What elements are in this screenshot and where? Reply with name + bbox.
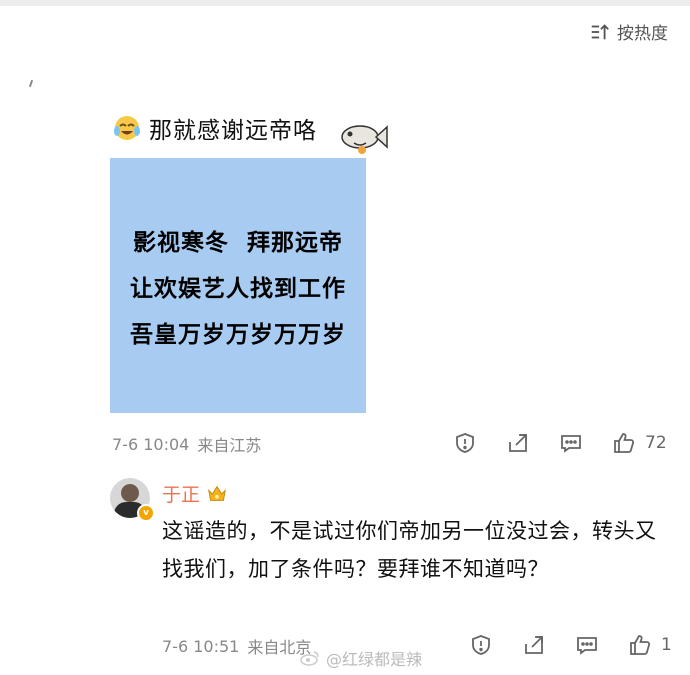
comment-caption: 那就感谢远帝咯 [113,110,317,146]
meme-image[interactable]: 影视寒冬 拜那远帝 让欢娱艺人找到工作 吾皇万岁万岁万万岁 [110,158,366,413]
sort-label: 按热度 [617,24,668,44]
watermark-text: @红绿都是辣 [326,650,423,669]
caption-text: 那就感谢远帝咯 [149,118,317,144]
reply-report-button[interactable] [468,632,494,658]
comment-meta: 7-6 10:04 来自江苏 [112,432,261,456]
meme-line-2: 让欢娱艺人找到工作 [130,275,346,302]
shield-icon [456,433,474,453]
reply-comment-button[interactable] [574,632,600,658]
comment-location: 来自江苏 [197,436,262,455]
sort-icon [591,23,609,39]
comment-button[interactable] [558,430,584,456]
comment-icon [577,637,597,655]
reply-meta: 7-6 10:51 来自北京 [162,634,311,658]
share-button[interactable] [505,430,531,456]
comment-actions: 72 [452,430,667,456]
reply-timestamp: 7-6 10:51 [162,636,240,656]
like-count: 72 [645,433,667,453]
crying-laugh-emoji [114,116,140,140]
like-button[interactable] [611,430,637,456]
decorative-tick [28,79,34,88]
meme-line-1: 影视寒冬 拜那远帝 [132,229,343,256]
shield-icon [472,635,490,655]
meme-line-3: 吾皇万岁万岁万万岁 [130,321,346,348]
comment-timestamp: 7-6 10:04 [112,434,190,454]
reply-actions: 1 [468,632,672,658]
reply-like-button[interactable] [627,632,653,658]
share-icon [525,636,543,654]
sort-by-hot-button[interactable]: 按热度 [589,19,668,44]
reply-user: 于正 [162,480,228,507]
reply-like-count: 1 [661,635,672,655]
watermark: @红绿都是辣 [300,646,422,670]
crown-icon [208,485,226,501]
username-link[interactable]: 于正 [162,480,200,507]
fish-sticker [341,125,388,154]
top-divider [0,0,690,6]
comment-icon [561,435,581,453]
reply-text: 这谣造的，不是试过你们帝加另一位没过会，转头又找我们，加了条件吗？要拜谁不知道吗… [162,519,657,581]
report-button[interactable] [452,430,478,456]
reply-share-button[interactable] [521,632,547,658]
verified-badge: v [137,504,155,522]
thumbs-up-icon [630,635,651,655]
weibo-icon [300,651,319,666]
share-icon [509,434,527,452]
thumbs-up-icon [614,433,635,453]
